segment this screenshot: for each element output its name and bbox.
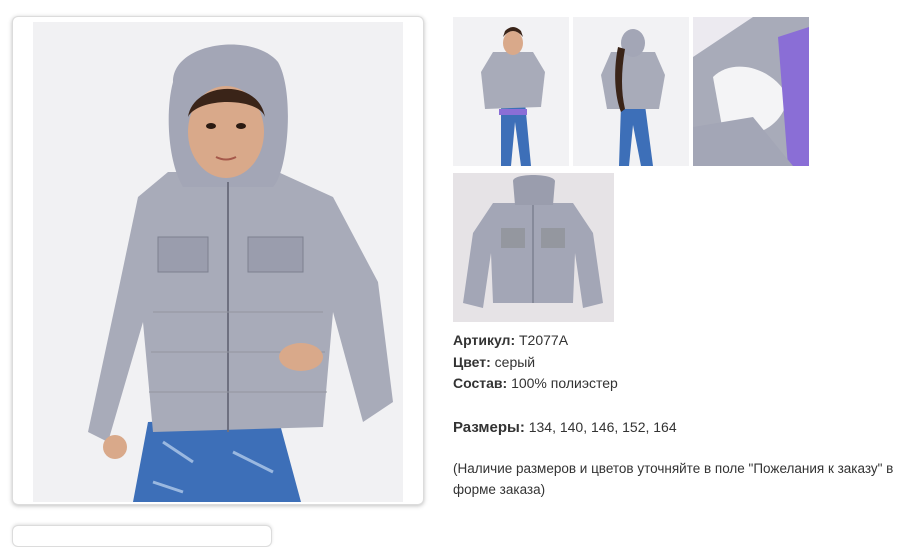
thumbnail-flat-lay[interactable]: [453, 173, 614, 322]
product-info: Артикул: T2077A Цвет: серый Состав: 100%…: [453, 330, 908, 500]
sizes-value: 134, 140, 146, 152, 164: [528, 418, 677, 435]
sizes-row: Размеры: 134, 140, 146, 152, 164: [453, 417, 908, 439]
composition-label: Состав:: [453, 375, 508, 391]
article-row: Артикул: T2077A: [453, 330, 908, 352]
next-panel-edge: [12, 525, 272, 547]
thumbnail-front-view[interactable]: [453, 17, 569, 166]
color-row: Цвет: серый: [453, 352, 908, 374]
color-value: серый: [494, 353, 536, 370]
thumbnail-back-image: [573, 17, 689, 166]
main-product-photo[interactable]: [33, 22, 403, 502]
thumbnail-lining-image: [693, 17, 809, 166]
thumbnail-lining-detail[interactable]: [693, 17, 809, 166]
main-photo-frame: [12, 16, 424, 505]
thumbnail-back-view[interactable]: [573, 17, 689, 166]
sizes-label: Размеры:: [453, 418, 525, 436]
availability-note: (Наличие размеров и цветов уточняйте в п…: [453, 461, 894, 497]
composition-value: 100% полиэстер: [511, 375, 618, 391]
article-value: T2077A: [519, 332, 569, 348]
thumbnail-front-image: [453, 17, 569, 166]
composition-row: Состав: 100% полиэстер: [453, 373, 908, 395]
thumbnail-flat-lay-image: [453, 173, 614, 322]
color-label: Цвет:: [453, 353, 491, 370]
article-label: Артикул:: [453, 332, 516, 348]
